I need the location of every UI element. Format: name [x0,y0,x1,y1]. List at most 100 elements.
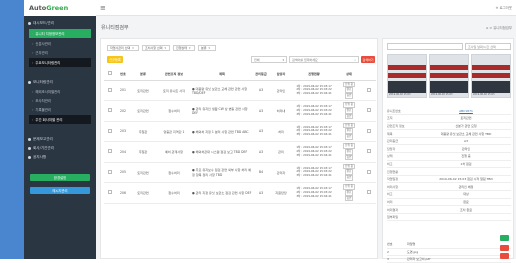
detail-label: 진행현황 [387,167,421,176]
chevron-right-icon: › [32,98,34,103]
row-checkbox[interactable] [108,108,112,113]
sidebar-item-records[interactable]: › 기록물관리 [24,105,96,114]
filter-select-action[interactable]: 조치사항 선택 ▾ [142,45,170,51]
detail-value[interactable]: ABC1871 [421,107,511,116]
status-badge[interactable]: 승인 [344,175,354,181]
register-button[interactable]: 신규등록 [107,56,123,63]
row-action-checkbox[interactable] [367,169,371,174]
table-row[interactable]: 204 주질관 예비 관계사항 ● 해외처관대 시스템 점검 보고 TBD DEF A3… [104,141,376,163]
remove-attachment-button[interactable] [500,245,509,251]
row-grade: A3 [252,141,270,163]
row-checkbox[interactable] [108,87,112,92]
col-title[interactable]: 제목 [192,68,252,81]
status-badge[interactable]: 승인 [344,93,354,99]
row-checkbox[interactable] [108,149,112,154]
sidebar-item-weekly[interactable]: › 주간 회사처별 관리 [29,115,91,124]
table-row[interactable]: 201 토끼관련 토끼 유니트 사각 ● 대용량 유닛 보관소 교체 관련 관련 사항… [104,80,376,101]
chevron-right-icon: › [32,117,34,122]
detail-row: 진행현황 [387,167,511,176]
col-category[interactable]: 분류 [130,68,156,81]
row-action-checkbox[interactable] [367,149,371,154]
photo-thumbnail[interactable]: 2019-06-02 15:03 [387,54,427,98]
row-number: 205 [116,162,130,183]
photo-thumbnail[interactable]: 2019-06-02 15:03 [429,54,469,98]
filter-select-category[interactable]: 분류 ▾ [198,45,216,51]
detail-value: 관리인 배정 [421,182,511,192]
detail-value: 대상 [421,190,511,199]
remove-attachment-button[interactable] [500,253,509,259]
sidebar-item-monitoring[interactable]: › 주요모니터링관리 [29,58,91,67]
filter-select-company[interactable]: 작업사관리 선택 ▾ [107,45,139,51]
row-title[interactable]: ● 해외처 지정 1 분리 사항 관련 TBD ABC [192,121,252,142]
row-action-checkbox[interactable] [367,87,371,92]
chevron-right-icon: › [32,31,34,36]
row-checkbox[interactable] [108,190,112,195]
sidebar-item-unit-info[interactable]: › 유니티 지정정보관리 [29,29,91,38]
detail-label: 처리사항 [387,182,421,192]
detail-row: 유니트번호 ABC1871 [387,107,511,116]
sidebar-item-identity[interactable]: › 신분사관리 [24,39,96,48]
add-attachment-button[interactable] [500,235,509,241]
row-timestamps: 1차 : 2019-06-02 15:03:17 2차 : 2019-06-02 … [292,141,336,163]
row-title[interactable]: ● 관리 지정 유닛 보관소 점검 관련 사항 DEF [192,182,252,204]
breadcrumb[interactable]: ⌂ > 유니티점검부 [486,25,512,30]
photo-thumbnail[interactable]: 2019-06-02 15:03 [471,54,511,98]
sidebar-section-header[interactable]: 대시보드/관리 [24,19,96,28]
monitor-icon [28,81,31,84]
table-row[interactable]: 205 토끼관련 접수처리 ● 주요 유지보수 점검 관련 외부 사항 처리 예정 항… [104,162,376,183]
table-row[interactable]: 203 주질관 양중관 지역단 1 ● 해외처 지정 1 분리 사항 관련 TBD A… [104,121,376,142]
app-window: Auto Green 대시보드/관리 › 유니티 지정정보관리 › 신분사관리 › 근무… [0,0,516,263]
detail-value [421,167,511,176]
search-scope-select[interactable]: 전체 ▾ [251,56,287,63]
status-badge[interactable]: 승인 [344,195,354,202]
col-progress[interactable]: 진행현황 [292,68,336,81]
search-input[interactable]: 검색어를 입력하세요 ⌕ [289,56,359,63]
settings-button[interactable]: 환경설정 [30,174,90,181]
sidebar-item-work[interactable]: › 근무관리 [24,48,96,57]
row-title[interactable]: ● 관리 유지인 생활 CW 상 변동 관련 사항 DEF [192,100,252,122]
row-checkbox[interactable] [108,169,112,174]
row-action-checkbox[interactable] [367,108,371,113]
sidebar-item-notices[interactable]: 공지사항 [24,153,96,162]
col-number[interactable]: 번호 [116,68,130,81]
sidebar-section-header[interactable]: 모니터링관리 [24,78,96,87]
sidebar-item-overseas[interactable]: › 해외조사처별관리 [24,87,96,96]
col-org[interactable]: 관련조직 정보 [156,68,192,81]
logout-link[interactable]: ⊖ 로그아웃 [496,5,512,10]
detail-date-select[interactable]: 조사일 날짜/시간 선택 [465,43,511,50]
row-title[interactable]: ● 해외처관대 시스템 점검 보고 TBD DEF [192,141,252,163]
table-row[interactable]: 202 토끼관련 접수처리 ● 관리 유지인 생활 CW 상 변동 관련 사항 DEF… [104,100,376,122]
table-row[interactable]: 206 토끼관련 접수처리 ● 관리 지정 유닛 보관소 점검 관련 사항 DEF A3… [104,182,376,204]
detail-table: 유니트번호 ABC1871 조직 토끼관련 관련조직 정보 신분가 관련 요청 제목 대용량 … [387,107,511,222]
row-checkbox[interactable] [108,128,112,133]
col-status[interactable]: 상태 [336,68,362,81]
sidebar-item-investigation[interactable]: › 조사처관리 [24,96,96,105]
row-action-checkbox[interactable] [367,190,371,195]
sidebar-item-companies[interactable]: 회사/기관관리 [24,144,96,153]
row-status: 진행 중 완료 승인 [336,80,362,101]
col-grade[interactable]: 관리등급 [252,68,270,81]
detail-label: 관리등급 [387,137,421,146]
status-badge[interactable]: 승인 [344,154,354,161]
col-manager[interactable]: 담당자 [270,68,292,81]
search-button[interactable]: 검색하기 [361,56,375,63]
content-area: 유니티점검부 ⌂ > 유니티점검부 작업사관리 선택 ▾ 조치사항 선택 ▾ 진행상… [96,16,516,263]
row-action-checkbox[interactable] [367,128,371,133]
row-title[interactable]: ● 대용량 유닛 보관소 교체 관련 관련 사항 TBD/DEF [192,80,252,101]
row-title[interactable]: ● 주요 유지보수 점검 관련 외부 사항 처리 예정 항목 정리 사항 TBD [192,162,252,183]
sidebar-item-reports[interactable]: 문제보고관리 [24,135,96,144]
sidebar-buttons: 환경설정 메시지관리 [24,174,96,194]
detail-label: 비고 [387,160,421,169]
detail-row: 처리사항 관리인 배정 [387,182,511,192]
chevron-right-icon: › [32,89,34,94]
status-badge[interactable]: 승인 [344,113,354,120]
menu-icon[interactable]: ≡ [100,4,106,12]
attachment-row[interactable]: 2 도면.jpg [387,248,511,256]
message-button[interactable]: 메시지관리 [30,187,90,194]
filter-select-progress[interactable]: 진행상태 ▾ [173,45,195,51]
detail-filter-input[interactable] [387,43,463,50]
attachment-filename[interactable]: 도면.jpg [407,248,511,256]
logo-text: Auto [29,4,47,12]
status-badge[interactable]: 승인 [344,134,354,140]
select-all-checkbox[interactable] [108,71,112,76]
